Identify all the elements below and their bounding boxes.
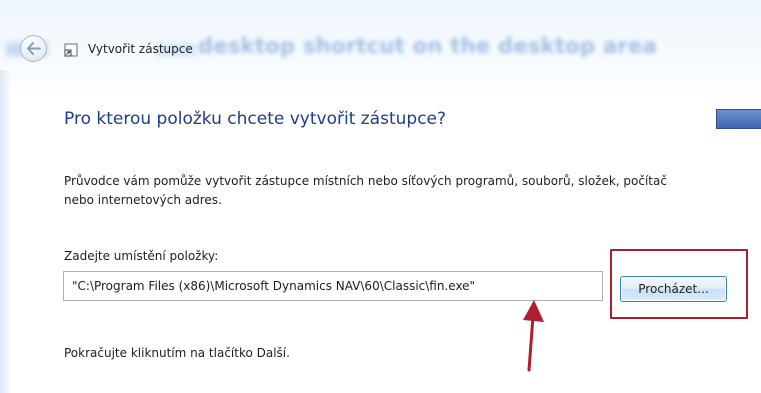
wizard-title: Vytvořit zástupce — [88, 42, 193, 56]
description-line: nebo internetových adres. — [64, 193, 222, 207]
partial-button[interactable] — [716, 109, 761, 129]
annotation-arrow — [523, 300, 544, 372]
location-label: Zadejte umístění položky: — [64, 249, 219, 263]
shortcut-icon — [64, 43, 78, 57]
create-shortcut-wizard: desktop shortcut on the desktop area Vyt… — [0, 0, 761, 393]
wizard-description: Průvodce vám pomůže vytvořit zástupce mí… — [64, 172, 761, 210]
blurred-caption: desktop shortcut on the desktop area — [198, 34, 658, 58]
wizard-heading: Pro kterou položku chcete vytvořit zástu… — [64, 109, 447, 129]
window-edge — [0, 70, 10, 393]
back-arrow-icon — [27, 42, 41, 55]
next-hint: Pokračujte kliknutím na tlačítko Další. — [64, 346, 290, 360]
description-line: Průvodce vám pomůže vytvořit zástupce mí… — [64, 174, 667, 188]
browse-button[interactable]: Procházet... — [620, 276, 727, 302]
back-button[interactable] — [20, 35, 47, 62]
